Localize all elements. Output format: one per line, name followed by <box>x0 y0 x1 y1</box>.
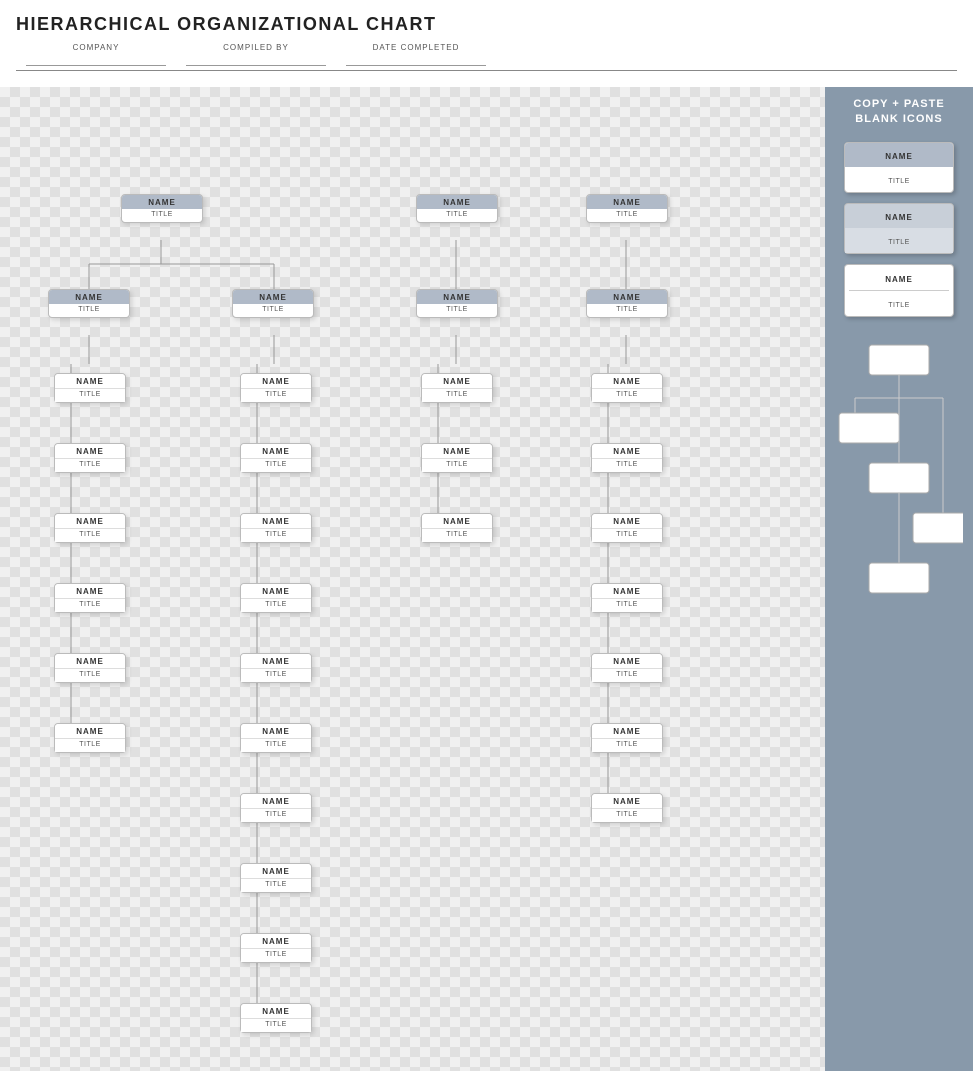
s2-c3: NAMETITLE <box>421 513 493 543</box>
sidebar-node-2-name: NAME <box>885 213 913 222</box>
sidebar-node-3[interactable]: NAME TITLE <box>844 264 954 317</box>
sidebar-tree-diagram <box>835 343 963 643</box>
connectors-svg <box>16 99 796 1059</box>
page: HIERARCHICAL ORGANIZATIONAL CHART COMPAN… <box>0 0 973 1071</box>
header-field-date: DATE COMPLETED <box>336 43 496 66</box>
s3-c5: NAMETITLE <box>591 653 663 683</box>
sidebar-node-1-header: NAME <box>845 143 953 167</box>
s2-c1: NAMETITLE <box>421 373 493 403</box>
s1-l2b-c9: NAMETITLE <box>240 933 312 963</box>
chart-outer: NAME TITLE NAME TITLE NAME TITLE NAMETIT… <box>16 99 796 1059</box>
s1-l2b-node: NAME TITLE <box>232 289 314 318</box>
s3-c6: NAMETITLE <box>591 723 663 753</box>
s3-l2-node: NAME TITLE <box>586 289 668 318</box>
s1-l2a-c5: NAMETITLE <box>54 653 126 683</box>
s1-l2a-c4: NAMETITLE <box>54 583 126 613</box>
s1-l2a-node: NAME TITLE <box>48 289 130 318</box>
s1-l1-title: TITLE <box>122 209 202 222</box>
company-label: COMPANY <box>73 43 120 52</box>
s1-l2a-title: TITLE <box>49 304 129 317</box>
sidebar-node-1-body: TITLE <box>845 167 953 192</box>
s1-l2b-c8: NAMETITLE <box>240 863 312 893</box>
date-value[interactable] <box>346 54 486 66</box>
header-field-company: COMPANY <box>16 43 176 66</box>
s1-l2b-c1: NAMETITLE <box>240 373 312 403</box>
sidebar-tree-svg <box>835 343 963 643</box>
main-content: NAME TITLE NAME TITLE NAME TITLE NAMETIT… <box>0 77 973 1071</box>
s1-l1-node: NAME TITLE <box>121 194 203 223</box>
s3-c4: NAMETITLE <box>591 583 663 613</box>
s1-l2b-c4: NAMETITLE <box>240 583 312 613</box>
s3-l1-node: NAME TITLE <box>586 194 668 223</box>
s1-l2b-c2: NAMETITLE <box>240 443 312 473</box>
sidebar-node-1[interactable]: NAME TITLE <box>844 142 954 193</box>
company-value[interactable] <box>26 54 166 66</box>
header-field-compiled: COMPILED BY <box>176 43 336 66</box>
s1-l2a-c6: NAMETITLE <box>54 723 126 753</box>
s1-l2a-c1: NAMETITLE <box>54 373 126 403</box>
s1-l2a-c3: NAMETITLE <box>54 513 126 543</box>
page-title: HIERARCHICAL ORGANIZATIONAL CHART <box>16 14 957 35</box>
sidebar-title: COPY + PASTEBLANK ICONS <box>853 97 944 128</box>
s3-c2: NAMETITLE <box>591 443 663 473</box>
sidebar: COPY + PASTEBLANK ICONS NAME TITLE NAME … <box>825 87 973 1071</box>
header: HIERARCHICAL ORGANIZATIONAL CHART COMPAN… <box>0 0 973 77</box>
sidebar-node-2[interactable]: NAME TITLE <box>844 203 954 254</box>
s1-l2b-c10: NAMETITLE <box>240 1003 312 1033</box>
compiled-label: COMPILED BY <box>223 43 289 52</box>
sidebar-node-2-title: TITLE <box>888 239 910 246</box>
s1-l2a-name: NAME <box>49 290 129 304</box>
s1-l2b-c3: NAMETITLE <box>240 513 312 543</box>
chart-area: NAME TITLE NAME TITLE NAME TITLE NAMETIT… <box>0 87 825 1071</box>
s1-l2b-c7: NAMETITLE <box>240 793 312 823</box>
s1-l2a-c2: NAMETITLE <box>54 443 126 473</box>
sidebar-node-2-header: NAME <box>845 204 953 228</box>
s1-l2b-c5: NAMETITLE <box>240 653 312 683</box>
s3-c1: NAMETITLE <box>591 373 663 403</box>
s2-c2: NAMETITLE <box>421 443 493 473</box>
sidebar-node-2-body: TITLE <box>845 228 953 253</box>
s3-c7: NAMETITLE <box>591 793 663 823</box>
s1-l2b-name: NAME <box>233 290 313 304</box>
s3-c3: NAMETITLE <box>591 513 663 543</box>
s2-l2-node: NAME TITLE <box>416 289 498 318</box>
s1-l2b-c6: NAMETITLE <box>240 723 312 753</box>
sidebar-node-1-title: TITLE <box>888 178 910 185</box>
s1-l2b-title: TITLE <box>233 304 313 317</box>
header-fields: COMPANY COMPILED BY DATE COMPLETED <box>16 43 957 71</box>
sidebar-node-3-name: NAME <box>885 275 913 284</box>
compiled-value[interactable] <box>186 54 326 66</box>
s1-l1-name: NAME <box>122 195 202 209</box>
date-label: DATE COMPLETED <box>373 43 460 52</box>
sidebar-node-1-name: NAME <box>885 152 913 161</box>
s2-l1-node: NAME TITLE <box>416 194 498 223</box>
sidebar-node-3-title: TITLE <box>888 302 910 309</box>
